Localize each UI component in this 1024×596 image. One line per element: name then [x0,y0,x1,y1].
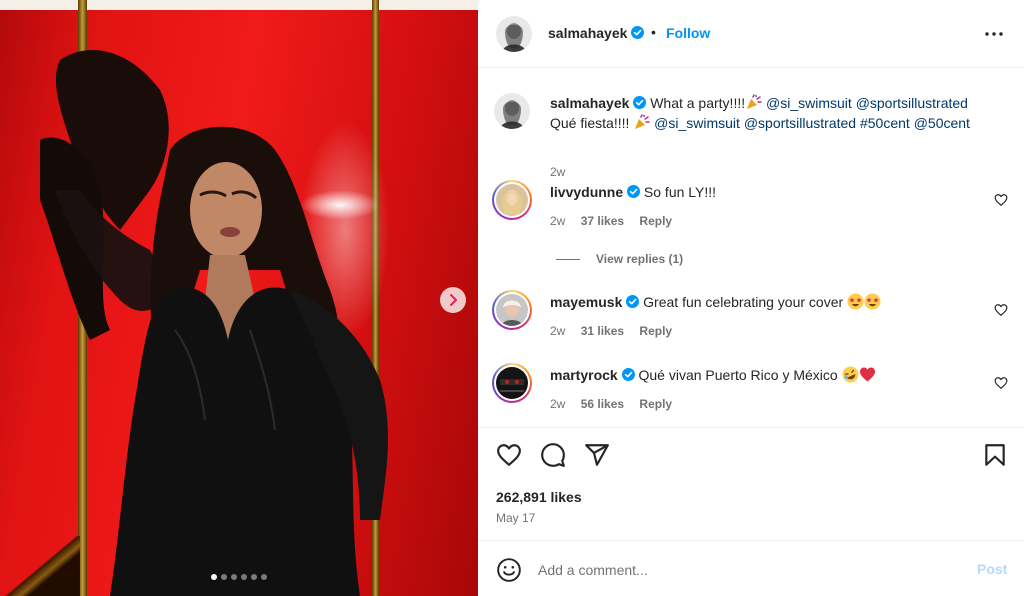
party-popper-icon [747,94,762,109]
comment-text: mayemusk Great fun celebrating your cove… [550,292,990,312]
post-side-panel: salmahayek • Follow salmahayek What a pa… [478,0,1024,596]
chevron-right-icon [450,294,457,306]
comment-meta: 2w 31 likes Reply [550,324,684,338]
rofl-emoji [842,366,859,383]
verified-badge-icon [626,295,640,308]
comment-username[interactable]: livvydunne [550,184,623,200]
comment-username[interactable]: martyrock [550,367,618,383]
caption-username[interactable]: salmahayek [550,95,629,111]
username-text[interactable]: salmahayek [548,25,627,41]
comment-likes[interactable]: 31 likes [581,324,624,338]
like-comment-heart-icon[interactable] [994,376,1008,390]
reply-button[interactable]: Reply [639,397,672,411]
comment-text: martyrock Qué vivan Puerto Rico y México [550,365,990,385]
verified-badge-icon [631,26,645,39]
carousel-dot [221,574,227,580]
comment-input[interactable] [538,555,958,585]
avatar[interactable] [496,184,528,216]
avatar[interactable] [496,367,528,399]
mayemusk-avatar-image [496,294,528,326]
avatar[interactable] [496,16,532,52]
carousel-dot [251,574,257,580]
share-paper-plane-icon[interactable] [584,442,610,468]
comment-body: Great fun celebrating your cover [643,294,844,310]
avatar[interactable] [494,93,530,129]
star-struck-emoji [864,293,881,310]
carousel-indicators [0,574,478,580]
mention-link[interactable]: @si_swimsuit [654,115,740,131]
post-header: salmahayek • Follow [478,0,1024,68]
carousel-dot [231,574,237,580]
salmahayek-avatar-image [494,93,530,129]
view-replies-button[interactable]: View replies (1) [556,252,683,266]
mention-link[interactable]: @si_swimsuit [766,95,852,111]
view-replies-label[interactable]: View replies (1) [596,252,683,266]
woman-illustration [40,50,388,596]
carousel-dot [211,574,217,580]
comment-body: Qué vivan Puerto Rico y México [638,367,838,383]
comment-bubble-icon[interactable] [540,442,566,468]
livvydunne-avatar-image [496,184,528,216]
comment-text: livvydunne So fun LY!!! [550,182,990,202]
reply-button[interactable]: Reply [639,214,672,228]
carousel-dot [261,574,267,580]
mention-link[interactable]: @sportsillustrated [856,95,968,111]
comment-username[interactable]: mayemusk [550,294,622,310]
post-date[interactable]: May 17 [496,511,535,525]
carousel-next-button[interactable] [440,287,466,313]
post-actions: 262,891 likes May 17 [478,427,1024,540]
red-heart-emoji [859,367,875,382]
reply-button[interactable]: Reply [639,324,672,338]
post-username[interactable]: salmahayek [548,25,645,41]
caption-meta: 2w [550,165,577,179]
follow-button[interactable]: Follow [666,25,710,41]
mention-link[interactable]: @sportsillustrated [744,115,856,131]
like-comment-heart-icon[interactable] [994,303,1008,317]
caption-text: salmahayek What a party!!!! @si_swimsuit… [550,93,990,133]
avatar[interactable] [496,294,528,326]
carousel-dot [241,574,247,580]
more-horizontal-icon[interactable] [982,22,1006,46]
replies-divider-line [556,259,580,261]
comment-meta: 2w 56 likes Reply [550,397,684,411]
comment-body: So fun LY!!! [643,184,717,200]
post-photo[interactable] [0,0,478,596]
mention-link[interactable]: @50cent [914,115,970,131]
like-heart-icon[interactable] [496,442,522,468]
verified-badge-icon [621,368,635,381]
star-struck-emoji [847,293,864,310]
save-bookmark-icon[interactable] [982,442,1008,468]
comment-likes[interactable]: 37 likes [581,214,624,228]
caption-line2: Qué fiesta!!!! [550,115,630,131]
comments-scroll-area[interactable]: salmahayek What a party!!!! @si_swimsuit… [478,69,1024,427]
comment-time[interactable]: 2w [550,324,565,338]
emoji-picker-icon[interactable] [496,557,522,583]
like-comment-heart-icon[interactable] [994,193,1008,207]
martyrock-avatar-image [496,367,528,399]
verified-badge-icon [627,185,641,198]
likes-count[interactable]: 262,891 likes [496,489,582,505]
post-comment-button[interactable]: Post [977,561,1007,577]
comment-likes[interactable]: 56 likes [581,397,624,411]
comment-meta: 2w 37 likes Reply [550,214,684,228]
hashtag-link[interactable]: #50cent [860,115,910,131]
salmahayek-avatar-image [496,16,532,52]
header-separator: • [651,24,656,40]
comment-time[interactable]: 2w [550,214,565,228]
verified-badge-icon [633,96,647,109]
caption-time[interactable]: 2w [550,165,565,179]
comment-time[interactable]: 2w [550,397,565,411]
caption-line1: What a party!!!! [650,95,746,111]
party-popper-icon [635,114,651,129]
add-comment-bar: Post [478,540,1024,596]
